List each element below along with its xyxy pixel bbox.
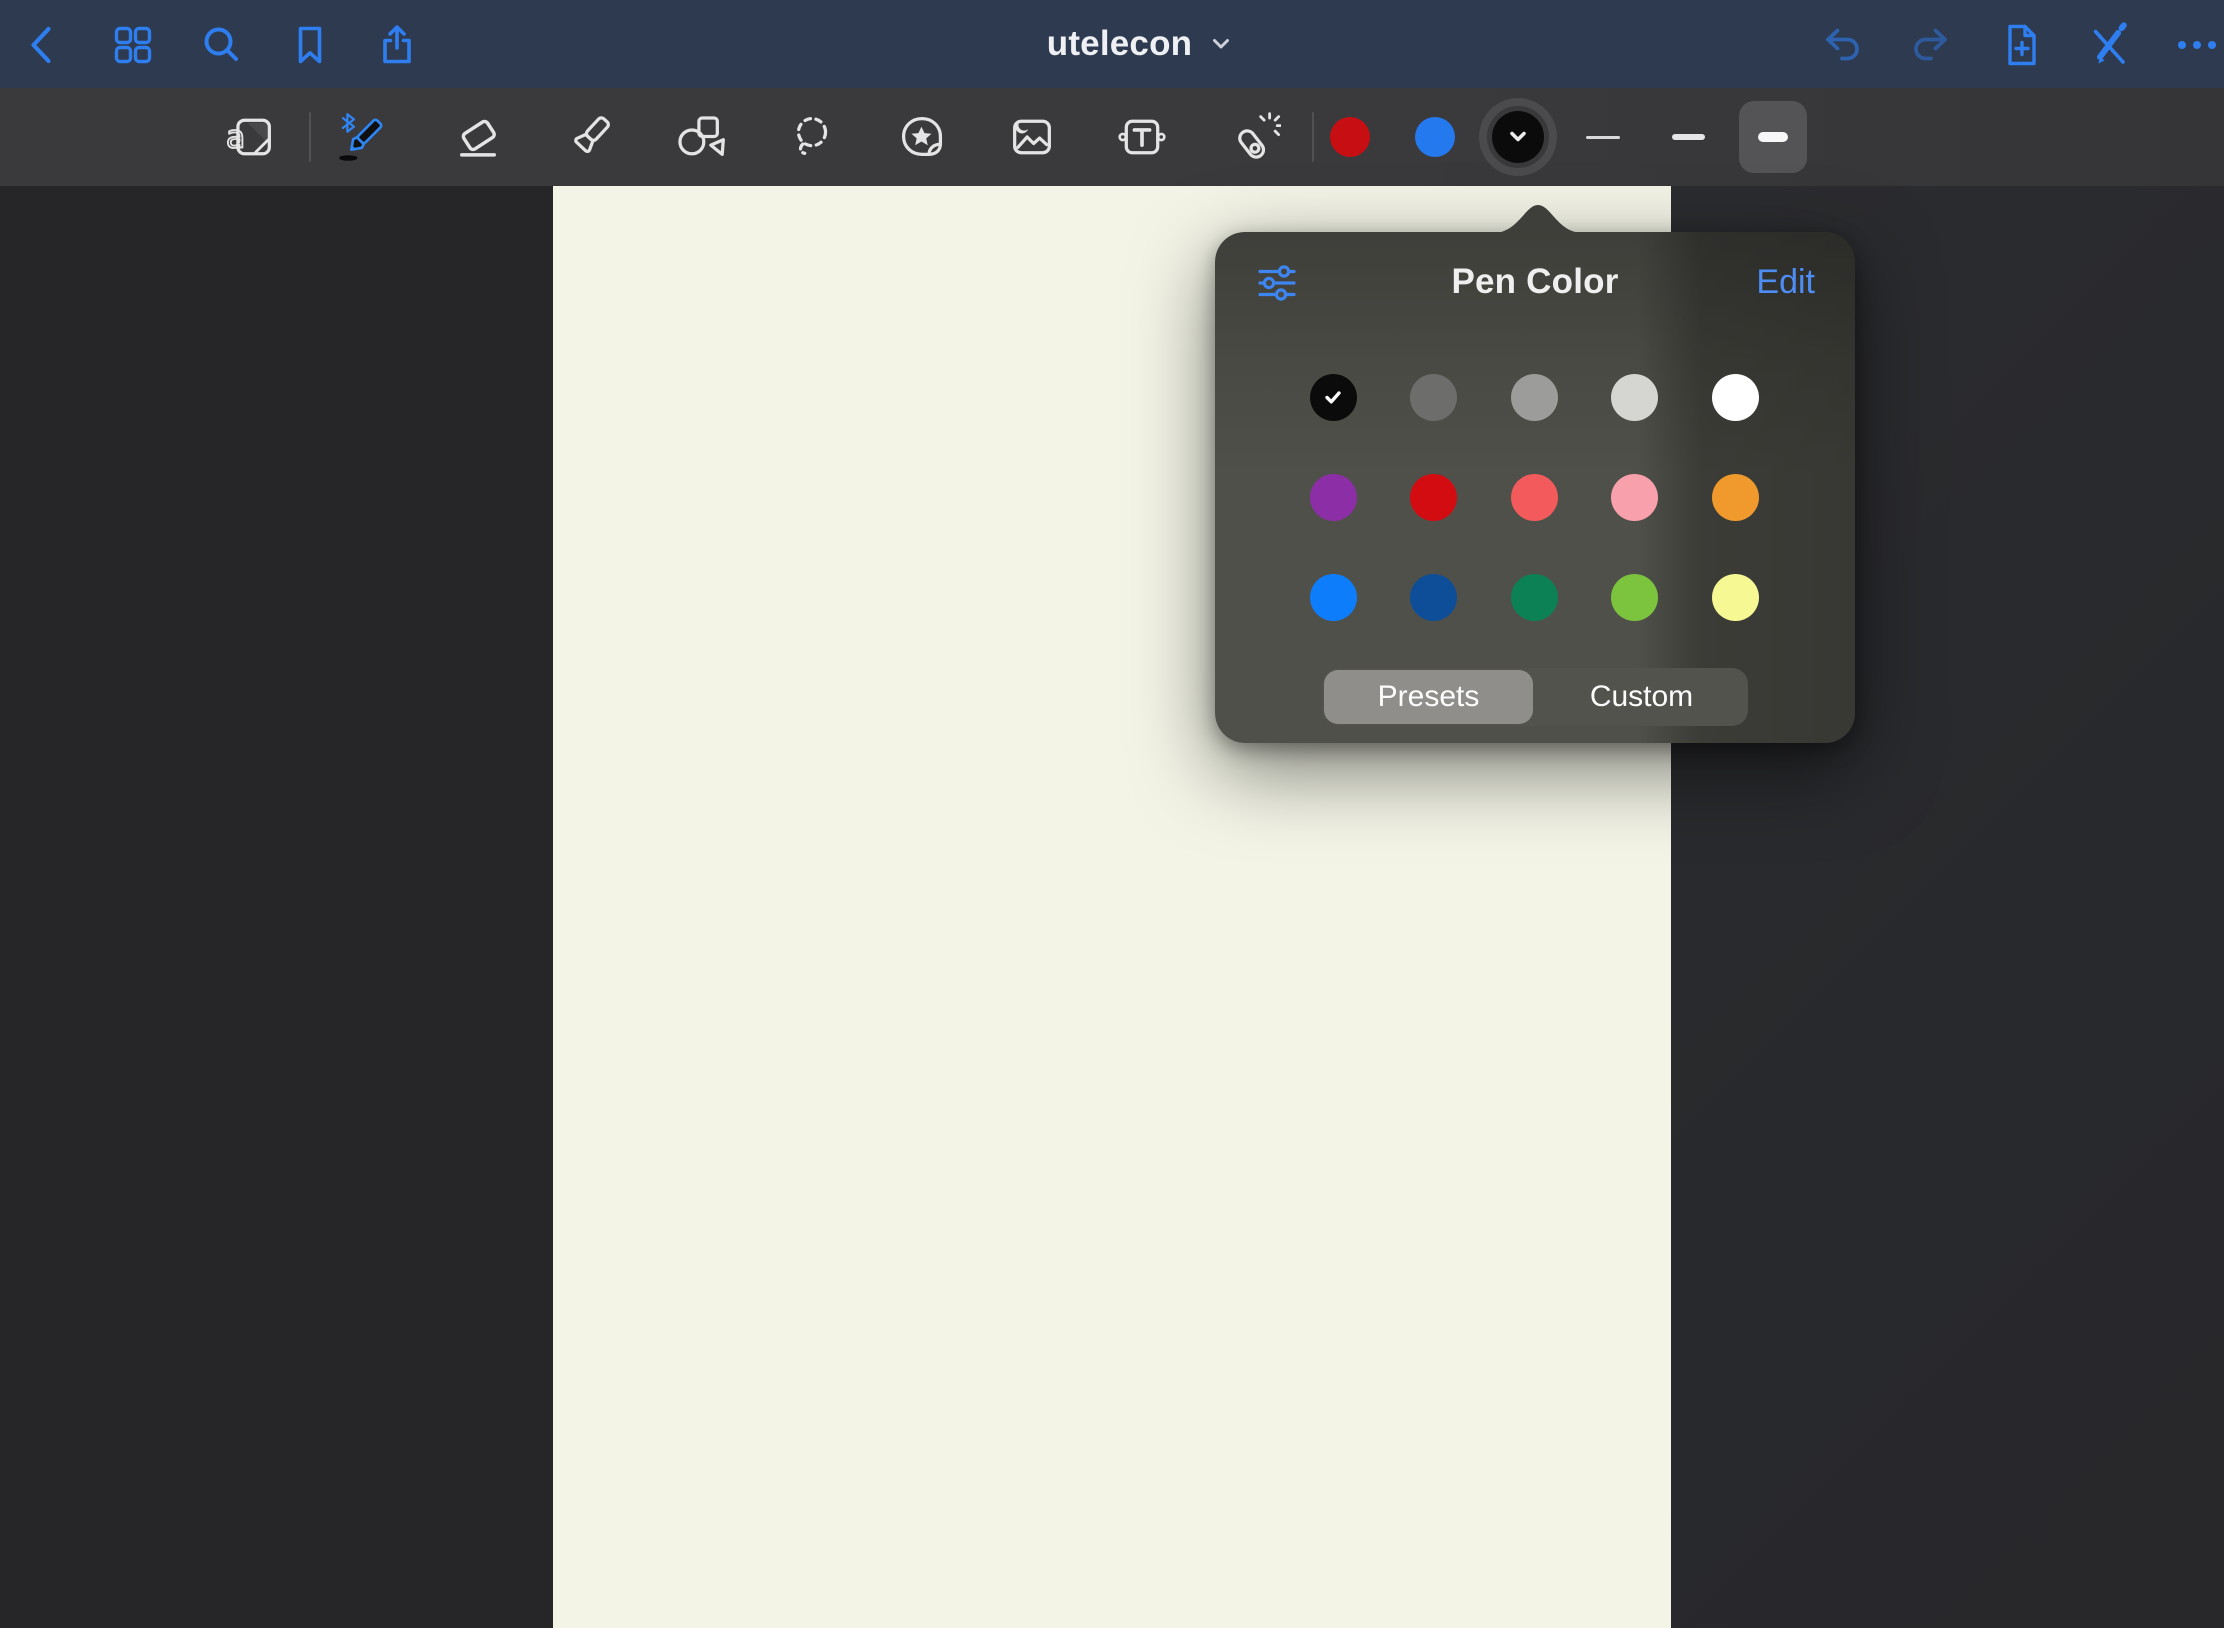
toolbar-divider [1312, 112, 1314, 162]
pen-color-swatch-purple[interactable] [1310, 474, 1357, 521]
pen-color-swatch-gray[interactable] [1511, 374, 1558, 421]
page-grid-button[interactable] [109, 21, 157, 69]
sticker-icon [896, 111, 948, 163]
pen-color-swatch-black-selected[interactable] [1310, 374, 1357, 421]
pen-color-swatch-dark-gray[interactable] [1410, 374, 1457, 421]
toolbar-swatch-red[interactable] [1330, 117, 1370, 157]
ellipsis-icon [2173, 21, 2221, 69]
share-button[interactable] [373, 21, 421, 69]
pen-off-icon [2085, 21, 2133, 69]
sliders-button[interactable] [1253, 259, 1301, 307]
stroke-width-thin[interactable] [1586, 136, 1620, 139]
tool-eraser[interactable] [450, 109, 506, 165]
stroke-width-thick[interactable] [1758, 132, 1788, 142]
sparkle-icon [1261, 114, 1281, 135]
toolbar-divider [309, 112, 311, 162]
page-grid-icon [109, 21, 157, 69]
edit-button[interactable]: Edit [1756, 232, 1815, 332]
tab-custom[interactable]: Custom [1535, 668, 1748, 726]
toolbar-swatch-black-selected[interactable] [1479, 98, 1557, 176]
popover-header: Pen Color Edit [1215, 232, 1855, 332]
svg-text:a: a [226, 119, 245, 155]
pen-color-swatch-pink[interactable] [1611, 474, 1658, 521]
tool-shapes[interactable] [672, 109, 728, 165]
back-icon [19, 21, 67, 69]
pen-color-swatch-orange[interactable] [1712, 474, 1759, 521]
share-icon [373, 21, 421, 69]
tab-presets[interactable]: Presets [1322, 668, 1535, 726]
undo-icon [1819, 21, 1867, 69]
chevron-down-icon [1505, 124, 1531, 150]
highlighter-icon [564, 111, 616, 163]
pen-color-swatch-red[interactable] [1410, 474, 1457, 521]
tool-highlighter[interactable] [562, 109, 618, 165]
pen-color-swatch-green[interactable] [1511, 574, 1558, 621]
app-screen: utelecon a [0, 0, 2224, 1628]
top-navigation-bar: utelecon [0, 0, 2224, 88]
canvas-background-left [0, 186, 553, 1628]
tool-text[interactable] [1114, 109, 1170, 165]
search-button[interactable] [198, 21, 246, 69]
eraser-icon [452, 111, 504, 163]
check-icon [1321, 385, 1345, 409]
pen-color-swatch-blue[interactable] [1310, 574, 1357, 621]
search-icon [198, 21, 246, 69]
bookmark-icon [286, 21, 334, 69]
pen-tool-icon [336, 105, 392, 169]
tool-laser-pointer[interactable] [1227, 109, 1283, 165]
toolbar-swatch-blue[interactable] [1415, 117, 1455, 157]
drawing-toolbar: a [0, 88, 2224, 186]
tool-sticker[interactable] [894, 109, 950, 165]
back-button[interactable] [19, 21, 67, 69]
pen-color-swatch-lime[interactable] [1611, 574, 1658, 621]
text-icon [1116, 111, 1168, 163]
pen-color-swatch-coral[interactable] [1511, 474, 1558, 521]
more-options-button[interactable] [2173, 21, 2221, 69]
tool-zoom-window[interactable]: a [224, 109, 280, 165]
title-chevron-down-icon [1209, 32, 1233, 56]
lasso-icon [786, 111, 838, 163]
laser-pointer-icon [1229, 111, 1281, 163]
pen-color-swatch-yellow[interactable] [1712, 574, 1759, 621]
pen-color-swatch-white[interactable] [1712, 374, 1759, 421]
shapes-icon [674, 111, 726, 163]
swatch-circle [1492, 111, 1544, 163]
bluetooth-icon [343, 114, 354, 132]
bookmark-button[interactable] [286, 21, 334, 69]
image-icon [1006, 111, 1058, 163]
star-icon [911, 127, 931, 146]
redo-button[interactable] [1906, 21, 1954, 69]
tool-image[interactable] [1004, 109, 1060, 165]
redo-icon [1906, 21, 1954, 69]
stroke-width-medium[interactable] [1672, 134, 1705, 140]
add-page-icon [1996, 21, 2044, 69]
pen-color-swatch-light-gray[interactable] [1611, 374, 1658, 421]
document-title-button[interactable]: utelecon [960, 0, 1320, 88]
pen-color-swatch-navy[interactable] [1410, 574, 1457, 621]
presets-custom-segmented-control: Presets Custom [1322, 668, 1748, 726]
page-title: utelecon [1047, 24, 1193, 64]
zoom-window-icon: a [226, 111, 278, 163]
pen-off-button[interactable] [2085, 21, 2133, 69]
tool-lasso[interactable] [784, 109, 840, 165]
popover-arrow [1493, 203, 1583, 233]
tool-pen-selected[interactable] [336, 109, 392, 165]
pen-color-popover: Pen Color Edit Presets Custom [1215, 232, 1855, 743]
add-page-button[interactable] [1996, 21, 2044, 69]
undo-button[interactable] [1819, 21, 1867, 69]
